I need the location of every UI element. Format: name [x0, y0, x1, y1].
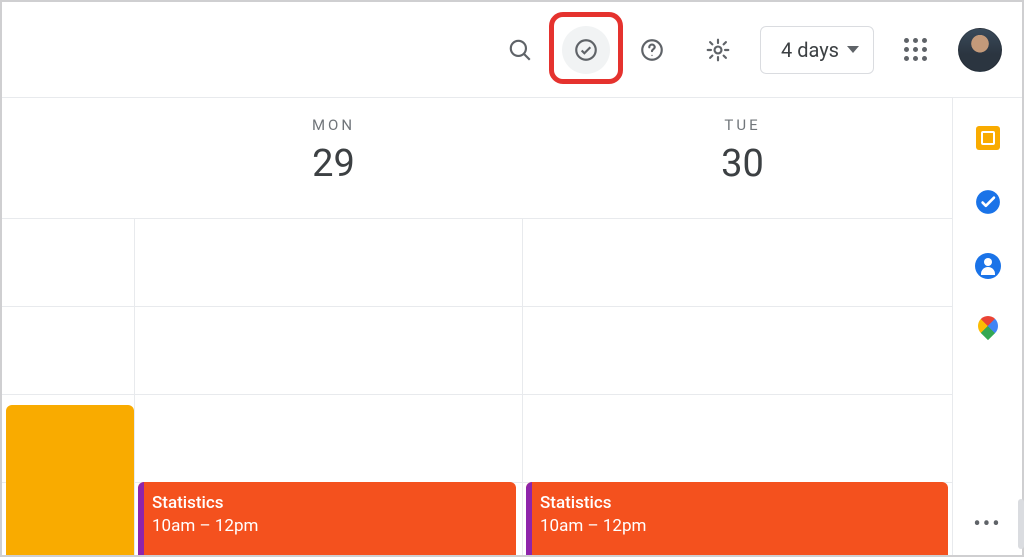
day-number: 29 — [134, 142, 533, 186]
grid-vline — [522, 218, 523, 555]
event-time: 10am – 12pm — [540, 515, 934, 538]
account-avatar[interactable] — [958, 28, 1002, 72]
day-of-week: TUE — [533, 116, 952, 134]
contacts-icon[interactable] — [974, 252, 1002, 280]
maps-icon[interactable] — [974, 316, 1002, 344]
event-stub[interactable] — [6, 405, 134, 555]
day-of-week: MON — [134, 116, 533, 134]
day-number: 30 — [533, 142, 952, 186]
day-header-tue[interactable]: TUE 30 — [533, 98, 952, 218]
grid-vline — [134, 218, 135, 555]
day-header-mon[interactable]: MON 29 — [134, 98, 533, 218]
keep-icon[interactable] — [974, 124, 1002, 152]
event-time: 10am – 12pm — [152, 515, 502, 538]
day-headers: MON 29 TUE 30 — [2, 98, 952, 218]
calendar-event[interactable]: Statistics 10am – 12pm — [526, 482, 948, 555]
main-content: MON 29 TUE 30 — [2, 98, 1022, 555]
settings-gear-icon[interactable] — [694, 26, 742, 74]
side-panel: ••• — [952, 98, 1022, 555]
tasks-app-icon[interactable] — [974, 188, 1002, 216]
event-accent — [138, 482, 144, 555]
tasks-icon[interactable] — [562, 26, 610, 74]
calendar-grid: MON 29 TUE 30 — [2, 98, 952, 555]
topbar: 4 days — [2, 2, 1022, 98]
hour-line — [2, 306, 952, 307]
event-accent — [526, 482, 532, 555]
calendar-event[interactable]: Statistics 10am – 12pm — [138, 482, 516, 555]
chevron-down-icon — [847, 46, 859, 53]
time-grid[interactable]: Statistics 10am – 12pm Statistics 10am –… — [2, 218, 952, 555]
search-icon[interactable] — [496, 26, 544, 74]
event-title: Statistics — [152, 492, 502, 515]
hour-line — [2, 218, 952, 219]
scrollbar-thumb[interactable] — [1018, 499, 1024, 549]
view-switcher[interactable]: 4 days — [760, 26, 874, 74]
event-title: Statistics — [540, 492, 934, 515]
addons-more-icon[interactable]: ••• — [953, 512, 1022, 537]
help-icon[interactable] — [628, 26, 676, 74]
view-label: 4 days — [781, 38, 839, 62]
hour-line — [2, 394, 952, 395]
google-apps-icon[interactable] — [892, 26, 940, 74]
